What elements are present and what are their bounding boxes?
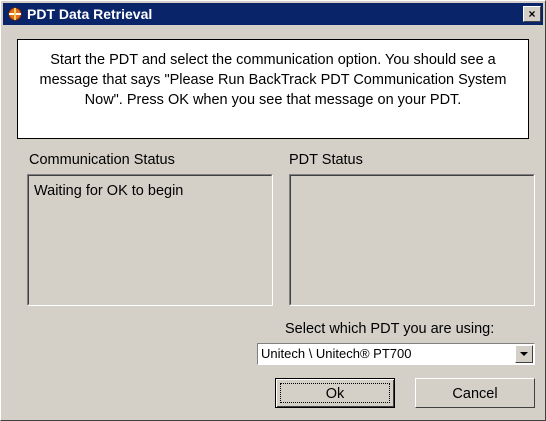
communication-status-panel: Waiting for OK to begin [27, 174, 273, 306]
instruction-text: Start the PDT and select the communicati… [39, 52, 507, 108]
instruction-box: Start the PDT and select the communicati… [17, 39, 529, 139]
close-icon: × [528, 7, 536, 21]
focus-rect [280, 383, 390, 403]
communication-status-label: Communication Status [29, 152, 175, 168]
dialog-window: PDT Data Retrieval × Start the PDT and s… [0, 0, 546, 421]
ok-button[interactable]: Ok [275, 378, 395, 408]
app-icon [8, 7, 22, 21]
title-bar[interactable]: PDT Data Retrieval × [3, 3, 543, 25]
dropdown-button[interactable] [515, 345, 533, 363]
close-button[interactable]: × [523, 6, 541, 22]
pdt-select-label: Select which PDT you are using: [285, 321, 495, 337]
cancel-button[interactable]: Cancel [415, 378, 535, 408]
communication-status-value: Waiting for OK to begin [34, 183, 184, 199]
window-title: PDT Data Retrieval [27, 6, 153, 22]
pdt-select-value: Unitech \ Unitech® PT700 [261, 346, 412, 361]
pdt-select[interactable]: Unitech \ Unitech® PT700 [257, 343, 535, 365]
cancel-button-label: Cancel [452, 386, 498, 402]
chevron-down-icon [520, 352, 528, 356]
pdt-status-panel [289, 174, 535, 306]
pdt-status-label: PDT Status [289, 152, 363, 168]
